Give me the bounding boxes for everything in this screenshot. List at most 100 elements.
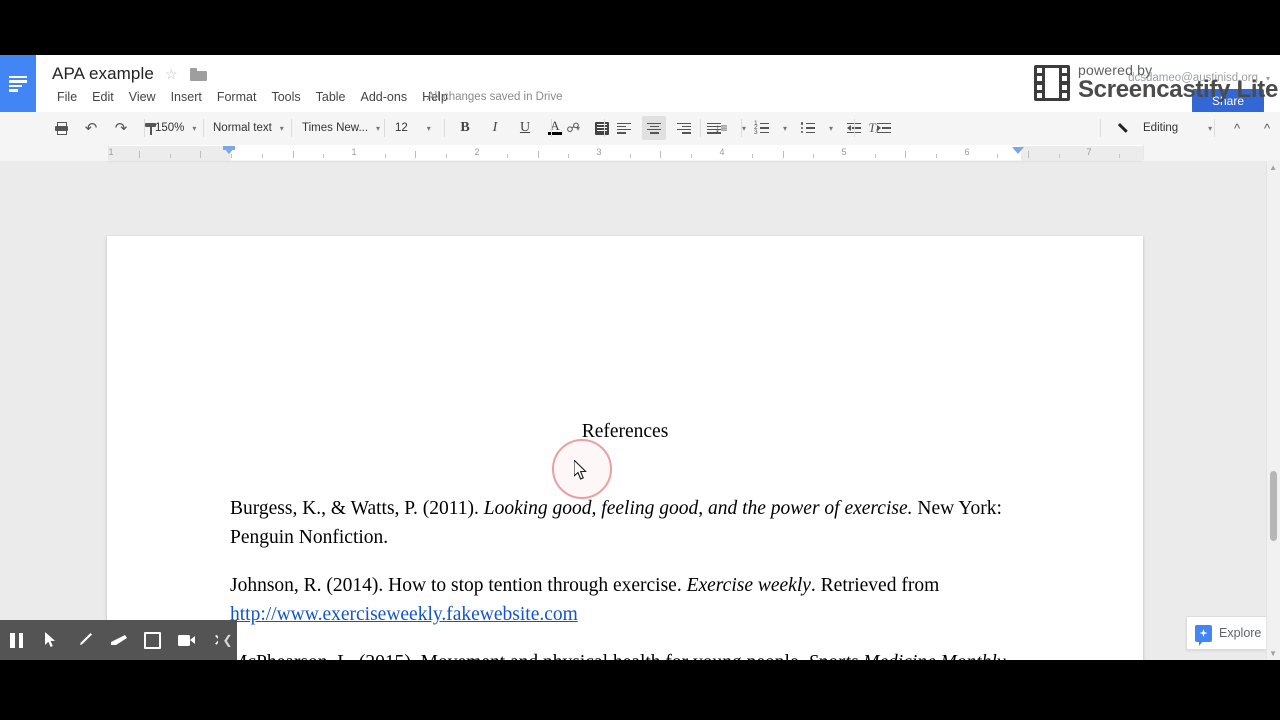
zoom-field[interactable]: 150% ▾ xyxy=(152,117,199,139)
pause-icon xyxy=(10,632,24,648)
screencastify-collapse-button[interactable]: ❮ xyxy=(218,620,237,660)
bold-button[interactable]: B xyxy=(453,116,477,140)
chevron-down-icon: ▾ xyxy=(828,123,833,133)
document-title[interactable]: APA example xyxy=(52,64,154,84)
menu-item-format[interactable]: Format xyxy=(210,87,264,107)
menu-item-addons[interactable]: Add-ons xyxy=(354,87,415,107)
scrollbar-thumb[interactable] xyxy=(1270,471,1277,541)
style-field[interactable]: Normal text ▾ xyxy=(210,117,287,139)
watermark-powered-by: powered by xyxy=(1077,62,1153,78)
insert-link-button[interactable]: ☍ xyxy=(560,116,584,140)
numbered-list-caret[interactable]: ▾ xyxy=(780,116,790,140)
document-page[interactable]: References Burgess, K., & Watts, P. (201… xyxy=(107,236,1143,660)
formatting-toolbar: ↶ ↷ 150% ▾ Normal text ▾ Times New... ▾ … xyxy=(0,112,1280,145)
reference-entry-mcphearson: McPhearson, L. (2015). Movement and phys… xyxy=(230,649,1020,660)
letterbox-top xyxy=(0,0,1280,55)
font-field[interactable]: Times New... ▾ xyxy=(299,117,383,139)
vertical-scrollbar[interactable]: ▲ ▼ xyxy=(1266,161,1280,660)
redo-button[interactable]: ↷ xyxy=(109,116,133,140)
pointer-tool[interactable] xyxy=(34,620,68,660)
toolbar-group-basic: ↶ ↷ xyxy=(46,112,166,144)
docs-logo-glyph xyxy=(9,74,27,94)
print-button[interactable] xyxy=(49,116,73,140)
zoom-value: 150% xyxy=(155,122,185,134)
chevron-down-icon: ▾ xyxy=(279,123,284,133)
toolbar-divider xyxy=(700,119,701,137)
film-holes-left xyxy=(1036,67,1042,102)
scroll-up-arrow-icon[interactable]: ▲ xyxy=(1269,163,1277,172)
ref-johnson-url-link[interactable]: http://www.exerciseweekly.fakewebsite.co… xyxy=(230,604,578,625)
document-canvas[interactable]: References Burgess, K., & Watts, P. (201… xyxy=(0,161,1280,660)
menu-item-edit[interactable]: Edit xyxy=(85,87,121,107)
line-spacing-button[interactable]: ↕≡ xyxy=(709,116,733,140)
menu-item-tools[interactable]: Tools xyxy=(264,87,307,107)
undo-icon: ↶ xyxy=(84,119,98,137)
underline-icon: U xyxy=(519,120,531,135)
star-outline-icon[interactable]: ☆ xyxy=(165,67,178,81)
rectangle-tool[interactable] xyxy=(135,620,169,660)
toolbar-divider xyxy=(741,119,742,137)
pen-tool[interactable] xyxy=(68,620,102,660)
bold-icon: B xyxy=(460,120,470,135)
editing-mode-button[interactable] xyxy=(1113,116,1137,140)
eraser-icon xyxy=(110,635,127,645)
collapse-toolbar-button-secondary[interactable]: ^ xyxy=(1255,116,1279,140)
font-size-control[interactable]: 12 ▾ xyxy=(392,112,434,144)
references-heading-text: References xyxy=(581,421,669,442)
collapse-toolbar-button[interactable]: ^ xyxy=(1225,116,1249,140)
ruler-track[interactable]: 1 1 2 3 4 5 6 7 xyxy=(108,145,1144,161)
menu-item-table[interactable]: Table xyxy=(309,87,353,107)
font-control[interactable]: Times New... ▾ xyxy=(299,112,383,144)
document-ruler[interactable]: 1 1 2 3 4 5 6 7 xyxy=(0,144,1280,161)
paragraph-style-control[interactable]: Normal text ▾ xyxy=(210,112,287,144)
menu-item-view[interactable]: View xyxy=(122,87,163,107)
watermark-brand: Screencastify Lite xyxy=(1077,76,1278,103)
scroll-down-arrow-icon[interactable]: ▼ xyxy=(1269,649,1277,658)
right-indent-marker[interactable] xyxy=(1012,147,1024,154)
google-docs-icon[interactable] xyxy=(0,55,36,112)
pause-button[interactable] xyxy=(0,620,34,660)
undo-button[interactable]: ↶ xyxy=(79,116,103,140)
film-holes-right xyxy=(1061,67,1067,102)
align-center-button[interactable] xyxy=(642,116,666,140)
save-status-text: All changes saved in Drive xyxy=(427,91,563,103)
toolbar-divider xyxy=(604,119,605,137)
chevron-down-icon: ▾ xyxy=(376,123,381,133)
explore-button[interactable]: Explore xyxy=(1186,616,1268,650)
ref-mcphearson-source: Sports Medicine Monthly xyxy=(808,652,1005,660)
clear-formatting-button[interactable]: Tₓ xyxy=(862,116,886,140)
folder-icon[interactable] xyxy=(190,68,207,81)
italic-button[interactable]: I xyxy=(483,116,507,140)
ruler-number: 3 xyxy=(596,147,602,157)
ref-johnson-authors: Johnson, R. (2014). How to stop tention … xyxy=(230,575,687,597)
chevron-up-icon: ^ xyxy=(1263,120,1271,136)
menu-item-file[interactable]: File xyxy=(50,87,84,107)
editing-mode-control[interactable]: Editing ▾ xyxy=(1110,112,1215,144)
numbered-list-button[interactable]: 123 xyxy=(750,116,774,140)
ruler-number: 1 xyxy=(351,147,357,157)
menu-bar: File Edit View Insert Format Tools Table… xyxy=(50,87,456,107)
toolbar-divider xyxy=(384,119,385,137)
align-right-button[interactable] xyxy=(672,116,696,140)
align-left-button[interactable] xyxy=(612,116,636,140)
ref-johnson-source: Exercise weekly xyxy=(686,575,811,597)
redo-icon: ↷ xyxy=(114,119,128,137)
ref-johnson-retrieved: . Retrieved from xyxy=(810,575,940,597)
menu-item-insert[interactable]: Insert xyxy=(164,87,209,107)
bulleted-list-caret[interactable]: ▾ xyxy=(826,116,836,140)
ruler-number: 1 xyxy=(108,147,114,157)
screen-root: APA example ☆ File Edit View Insert Form… xyxy=(0,0,1280,720)
zoom-control[interactable]: 150% ▾ xyxy=(152,112,199,144)
add-comment-icon xyxy=(595,121,609,135)
bulleted-list-button[interactable] xyxy=(796,116,820,140)
editing-mode-field[interactable]: Editing ▾ xyxy=(1140,117,1215,139)
underline-button[interactable]: U xyxy=(513,116,537,140)
font-size-field[interactable]: 12 ▾ xyxy=(392,117,434,139)
toolbar-divider xyxy=(203,119,204,137)
eraser-tool[interactable] xyxy=(102,620,136,660)
document-body[interactable]: References Burgess, K., & Watts, P. (201… xyxy=(230,421,1020,660)
webcam-toggle[interactable] xyxy=(169,620,203,660)
clear-formatting-icon: Tₓ xyxy=(868,120,880,135)
toolbar-divider xyxy=(444,119,445,137)
first-line-indent-marker[interactable] xyxy=(223,146,235,150)
